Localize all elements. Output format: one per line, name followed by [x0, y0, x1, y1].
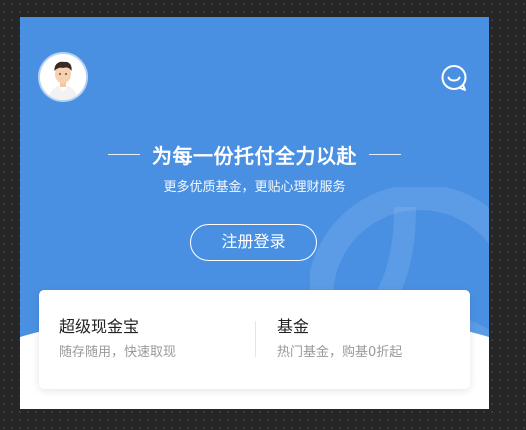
headline: 为每一份托付全力以赴 — [20, 139, 489, 169]
hero-title: 为每一份托付全力以赴 — [152, 143, 357, 168]
product-card: 超级现金宝 随存随用，快速取现 基金 热门基金，购基0折起 — [39, 290, 470, 389]
product-name: 基金 — [277, 317, 310, 336]
register-login-button[interactable]: 注册登录 — [190, 224, 317, 261]
card-divider — [255, 321, 256, 357]
hero-subtitle: 更多优质基金，更贴心理财服务 — [163, 180, 346, 195]
hero-banner: 为每一份托付全力以赴 更多优质基金，更贴心理财服务 注册登录 — [20, 17, 489, 337]
customer-service-icon[interactable] — [439, 63, 469, 93]
product-desc: 热门基金，购基0折起 — [277, 345, 403, 360]
avatar-icon — [40, 54, 86, 100]
headline-right-line — [369, 153, 401, 155]
avatar[interactable] — [40, 54, 86, 100]
product-item-cash[interactable]: 超级现金宝 随存随用，快速取现 — [59, 316, 176, 362]
app-screen: 为每一份托付全力以赴 更多优质基金，更贴心理财服务 注册登录 超级现金宝 随存随… — [20, 17, 489, 409]
headline-left-line — [108, 153, 140, 155]
product-item-fund[interactable]: 基金 热门基金，购基0折起 — [277, 316, 402, 362]
product-name: 超级现金宝 — [59, 317, 140, 336]
product-desc: 随存随用，快速取现 — [59, 345, 177, 360]
